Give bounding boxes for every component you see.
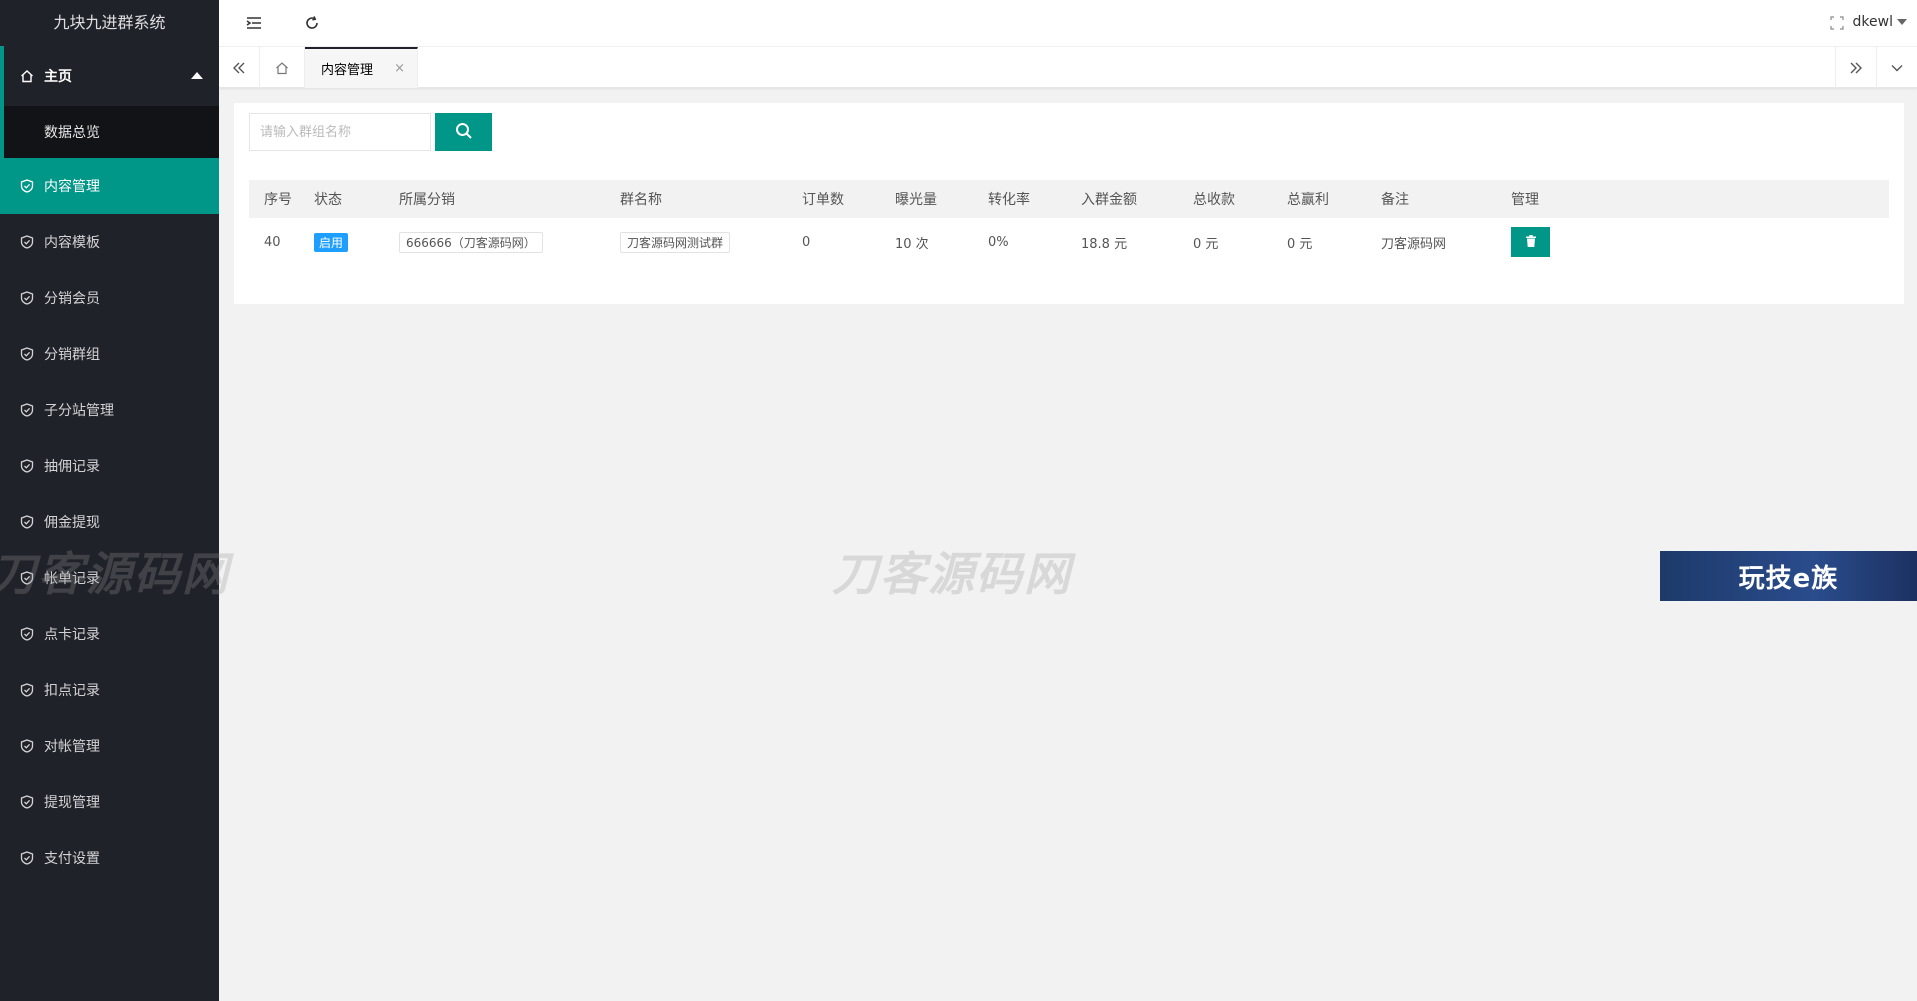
tab-options-button[interactable]: [1876, 47, 1917, 88]
cell-exposure: 10 次: [895, 236, 929, 252]
username: dkewl: [1852, 14, 1893, 30]
shield-check-icon: [20, 851, 34, 865]
shield-check-icon: [20, 235, 34, 249]
app-title: 九块九进群系统: [0, 0, 219, 46]
caret-up-icon: [191, 72, 203, 79]
home-icon: [20, 69, 34, 83]
cell-actions: [1511, 227, 1550, 257]
cell-orders: 0: [802, 234, 811, 250]
search-input[interactable]: [249, 113, 431, 151]
shield-check-icon: [20, 627, 34, 641]
column-header: 总赢利: [1287, 192, 1329, 208]
sidebar-item-label: 内容管理: [44, 179, 100, 195]
close-icon[interactable]: ×: [394, 61, 405, 76]
column-header: 序号: [264, 192, 292, 208]
caret-down-icon: [1897, 19, 1907, 25]
sidebar-item-5[interactable]: 抽佣记录: [0, 438, 219, 494]
column-header: 转化率: [988, 192, 1030, 208]
sidebar-item-label: 提现管理: [44, 795, 100, 811]
delete-button[interactable]: [1511, 227, 1550, 257]
tab-bar: 内容管理 ×: [219, 47, 1917, 88]
cell-total-received: 0 元: [1193, 236, 1219, 252]
column-header: 入群金额: [1081, 192, 1137, 208]
user-menu[interactable]: dkewl: [1853, 14, 1907, 30]
column-header: 订单数: [802, 192, 844, 208]
tab-scroll-left-button[interactable]: [219, 47, 260, 88]
cell-distributor: 666666（刀客源码网）: [399, 231, 543, 253]
sidebar-item-label: 支付设置: [44, 851, 100, 867]
shield-check-icon: [20, 515, 34, 529]
watermark: 刀客源码网: [0, 547, 230, 601]
search-icon: [455, 122, 473, 143]
refresh-icon[interactable]: [302, 13, 322, 33]
fullscreen-icon[interactable]: [1827, 13, 1847, 33]
cell-id: 40: [264, 234, 281, 250]
watermark: 刀客源码网: [832, 547, 1072, 601]
top-header: dkewl: [219, 0, 1917, 47]
column-header: 管理: [1511, 192, 1539, 208]
search-button[interactable]: [435, 113, 492, 151]
sidebar-item-8[interactable]: 点卡记录: [0, 606, 219, 662]
sidebar-item-label: 扣点记录: [44, 683, 100, 699]
column-header: 曝光量: [895, 192, 937, 208]
shield-check-icon: [20, 403, 34, 417]
sidebar-item-3[interactable]: 分销群组: [0, 326, 219, 382]
content-panel: 序号 状态 所属分销 群名称 订单数 曝光量 转化率 入群金额 总收款 总赢利 备注 管理 40 启用…: [234, 103, 1904, 304]
cell-remark: 刀客源码网: [1381, 236, 1447, 252]
sidebar-item-label: 佣金提现: [44, 515, 100, 531]
cell-group-name: 刀客源码网测试群: [620, 231, 731, 253]
menu-toggle-icon[interactable]: [244, 13, 264, 33]
status-badge: 启用: [314, 232, 349, 252]
tab-label: 内容管理: [321, 63, 374, 78]
shield-check-icon: [20, 347, 34, 361]
cell-join-amount: 18.8 元: [1081, 236, 1128, 252]
trash-icon: [1525, 234, 1537, 250]
sidebar-item-label: 对帐管理: [44, 739, 100, 755]
column-header: 群名称: [620, 192, 662, 208]
cell-total-profit: 0 元: [1287, 236, 1313, 252]
sidebar-item-label: 分销群组: [44, 347, 100, 363]
tab-home-button[interactable]: [260, 47, 305, 88]
shield-check-icon: [20, 683, 34, 697]
column-header: 状态: [314, 192, 342, 208]
table-row: 40 启用 666666（刀客源码网） 刀客源码网测试群 0 10 次 0% 1…: [249, 218, 1889, 266]
sidebar-item-label: 分销会员: [44, 291, 100, 307]
sidebar-item-1[interactable]: 内容模板: [0, 214, 219, 270]
sidebar-item-label: 内容模板: [44, 235, 100, 251]
sidebar-item-label: 抽佣记录: [44, 459, 100, 475]
sidebar-item-4[interactable]: 子分站管理: [0, 382, 219, 438]
shield-check-icon: [20, 795, 34, 809]
sidebar-item-0[interactable]: 内容管理: [0, 158, 219, 214]
tab-scroll-right-button[interactable]: [1835, 47, 1876, 88]
shield-check-icon: [20, 291, 34, 305]
sidebar-item-10[interactable]: 对帐管理: [0, 718, 219, 774]
sidebar: 九块九进群系统 主页 数据总览 内容管理内容模板分销会员分销群组子分站管理抽佣记…: [0, 0, 219, 1001]
data-table: 序号 状态 所属分销 群名称 订单数 曝光量 转化率 入群金额 总收款 总赢利 备注 管理 40 启用…: [249, 180, 1889, 266]
table-header: 序号 状态 所属分销 群名称 订单数 曝光量 转化率 入群金额 总收款 总赢利 备注 管理: [249, 180, 1889, 218]
sidebar-item-label: 数据总览: [44, 125, 100, 141]
sidebar-item-12[interactable]: 支付设置: [0, 830, 219, 886]
sidebar-item-2[interactable]: 分销会员: [0, 270, 219, 326]
cell-conversion: 0%: [988, 234, 1009, 250]
shield-check-icon: [20, 739, 34, 753]
shield-check-icon: [20, 459, 34, 473]
sidebar-item-home[interactable]: 主页: [0, 46, 219, 106]
tab-content-management[interactable]: 内容管理 ×: [305, 47, 418, 88]
shield-check-icon: [20, 179, 34, 193]
column-header: 总收款: [1193, 192, 1235, 208]
sidebar-item-overview[interactable]: 数据总览: [0, 106, 219, 158]
sidebar-item-label: 主页: [44, 69, 72, 85]
column-header: 备注: [1381, 192, 1409, 208]
column-header: 所属分销: [399, 192, 455, 208]
sidebar-item-label: 点卡记录: [44, 627, 100, 643]
watermark-badge: 玩技e族: [1660, 551, 1917, 601]
sidebar-item-label: 子分站管理: [44, 403, 114, 419]
sidebar-item-9[interactable]: 扣点记录: [0, 662, 219, 718]
sidebar-item-11[interactable]: 提现管理: [0, 774, 219, 830]
